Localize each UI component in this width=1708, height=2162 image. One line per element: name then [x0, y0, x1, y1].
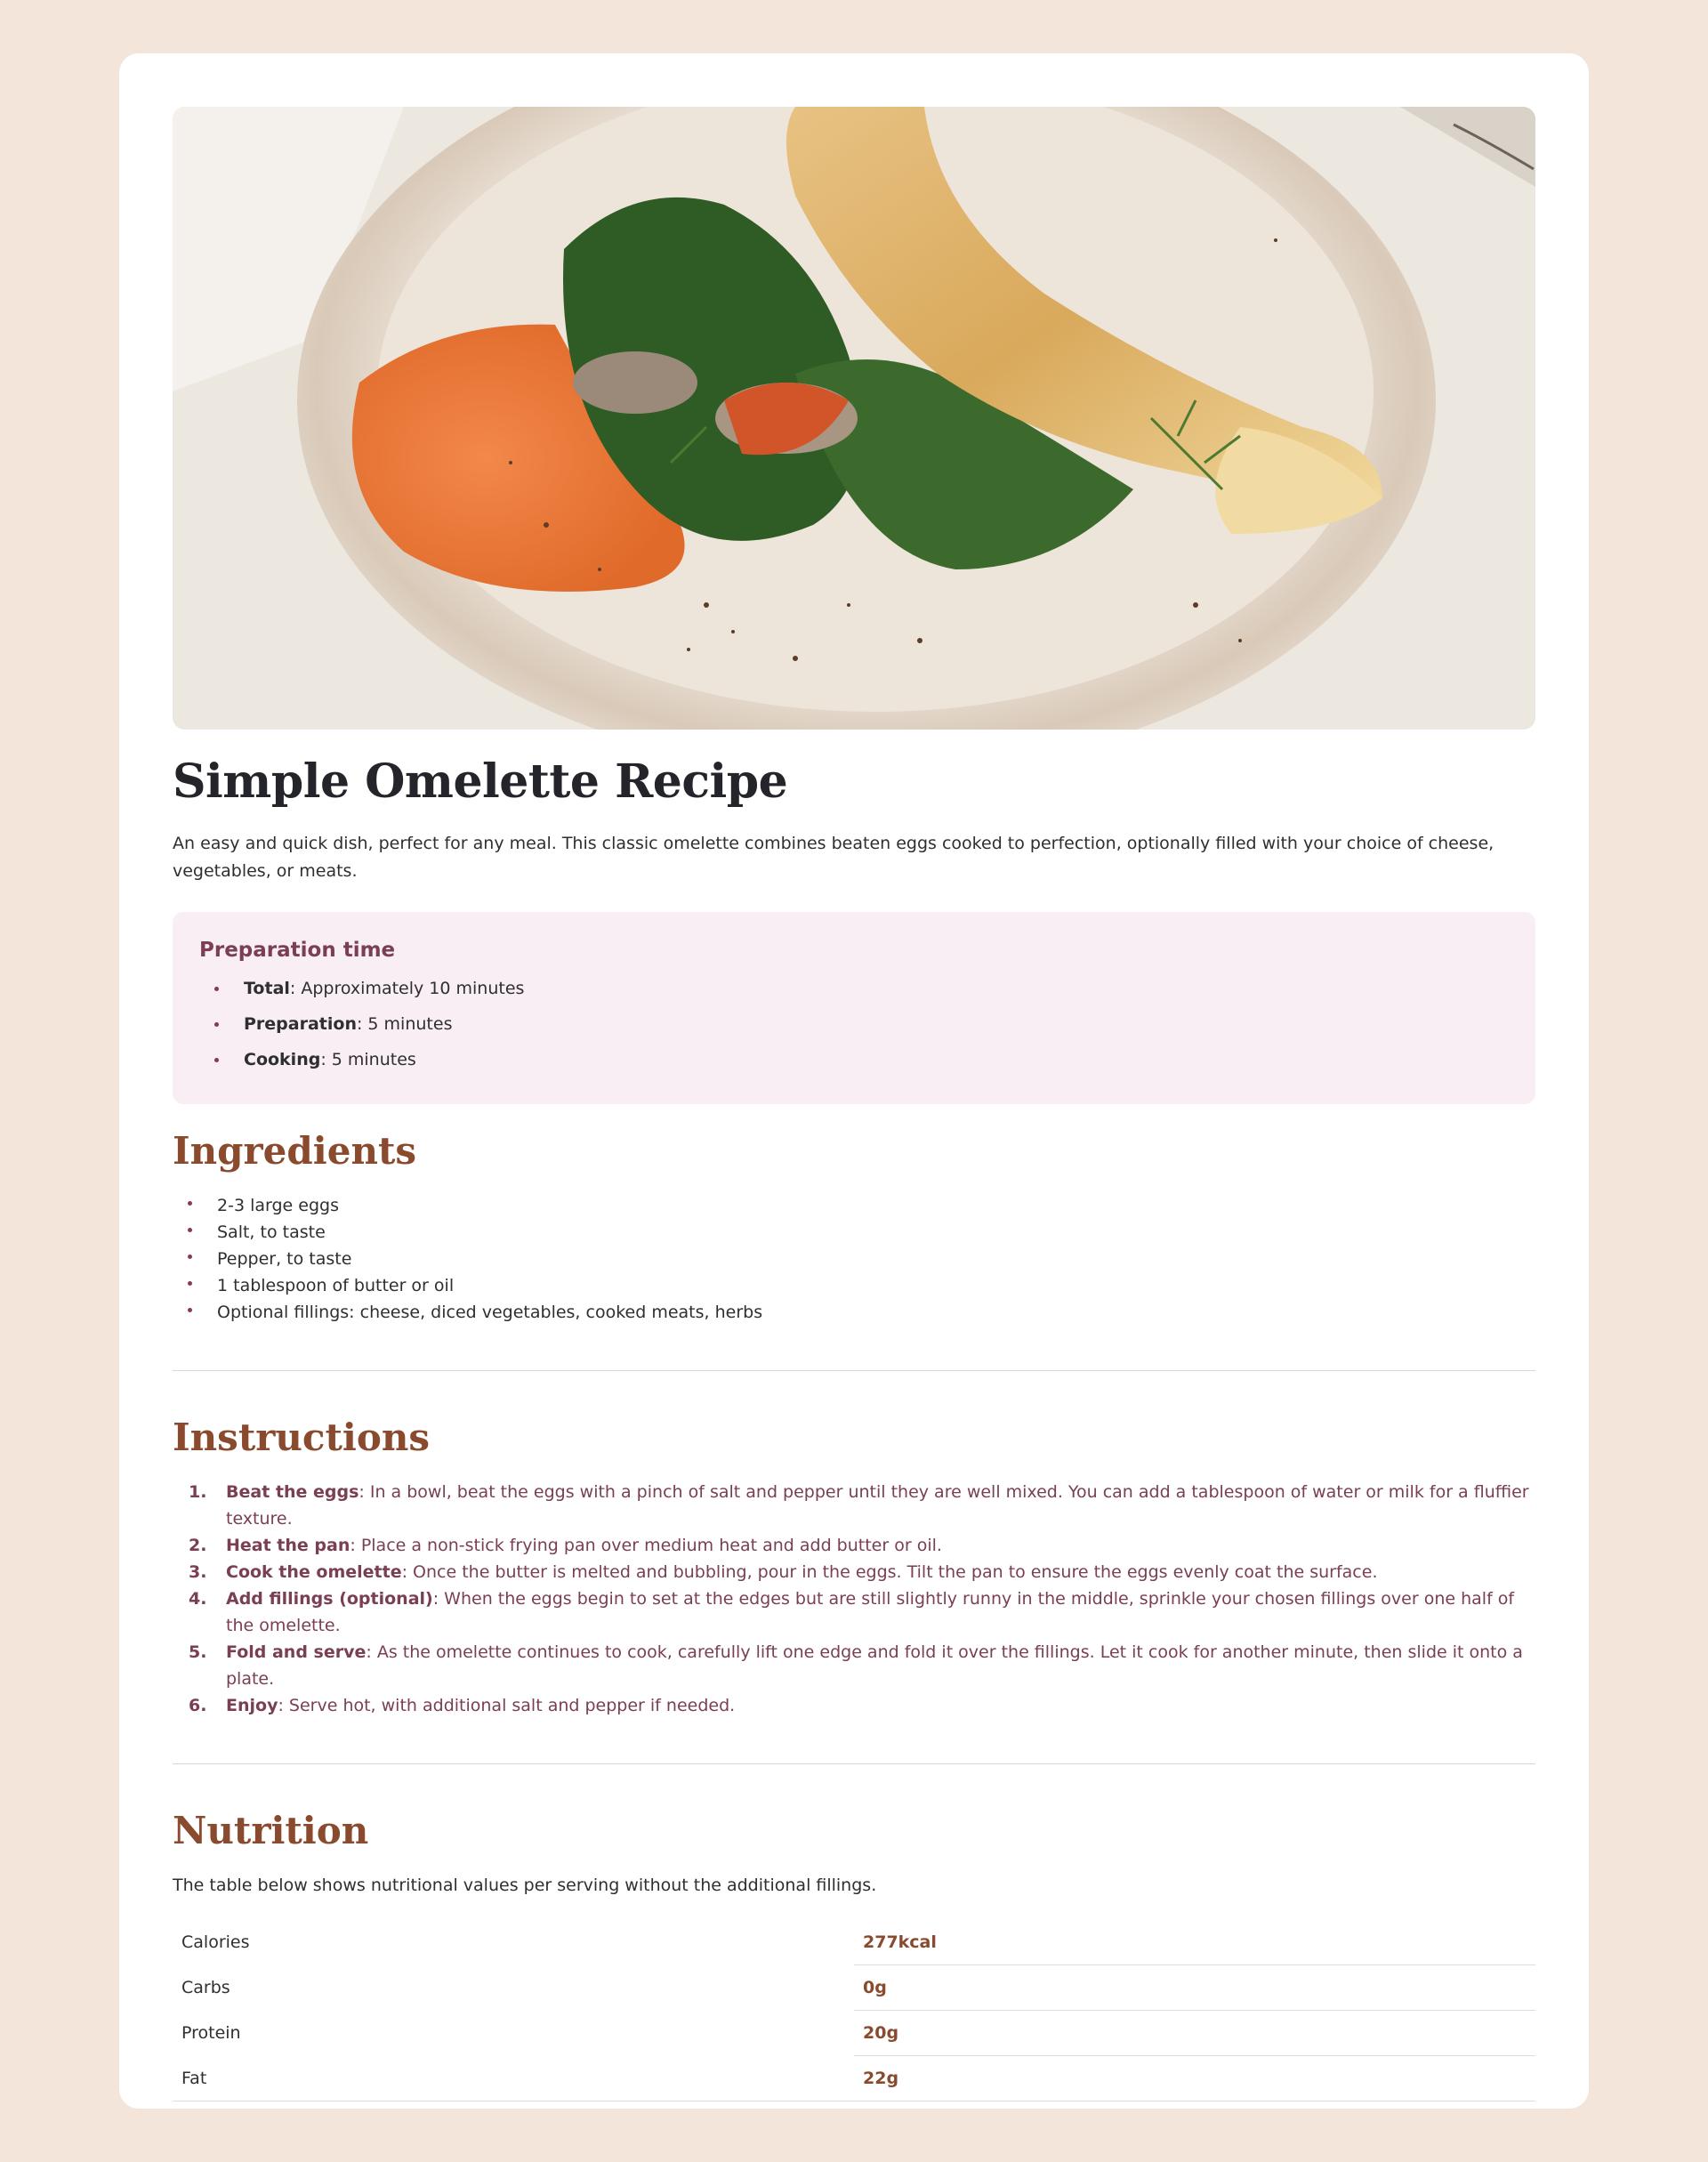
- prep-item-text: : 5 minutes: [356, 1014, 453, 1034]
- list-item: Enjoy: Serve hot, with additional salt a…: [189, 1692, 1535, 1719]
- page-title: Simple Omelette Recipe: [173, 754, 788, 809]
- step-label: Add fillings (optional): [226, 1589, 433, 1609]
- ingredients-heading: Ingredients: [173, 1129, 417, 1173]
- preparation-time-heading: Preparation time: [199, 939, 396, 962]
- nutrient-value: 20g: [854, 2010, 1535, 2056]
- section-divider: [173, 1370, 1535, 1371]
- step-text: : In a bowl, beat the eggs with a pinch …: [226, 1482, 1529, 1529]
- step-label: Heat the pan: [226, 1536, 350, 1555]
- list-item: Preparation: 5 minutes: [214, 1013, 1509, 1035]
- instructions-list: Beat the eggs: In a bowl, beat the eggs …: [173, 1479, 1535, 1719]
- list-item: Cooking: 5 minutes: [214, 1049, 1509, 1070]
- step-text: : Serve hot, with additional salt and pe…: [278, 1696, 736, 1715]
- nutrient-name: Calories: [181, 1932, 250, 1952]
- nutrition-table: Calories 277kcal Carbs 0g Protein 20g Fa…: [173, 1920, 1535, 2101]
- nutrient-name: Carbs: [181, 1978, 230, 1997]
- step-label: Fold and serve: [226, 1642, 367, 1662]
- preparation-time-box: Preparation time Total: Approximately 10…: [173, 912, 1535, 1104]
- nutrition-heading: Nutrition: [173, 1809, 369, 1852]
- nutrition-section: Nutrition The table below shows nutritio…: [173, 1809, 1535, 2101]
- list-item: Heat the pan: Place a non-stick frying p…: [189, 1532, 1535, 1559]
- step-text: : Once the butter is melted and bubbling…: [401, 1562, 1378, 1582]
- list-item: Optional fillings: cheese, diced vegetab…: [188, 1299, 1535, 1326]
- step-text: : Place a non-stick frying pan over medi…: [350, 1536, 942, 1555]
- list-item: Cook the omelette: Once the butter is me…: [189, 1559, 1535, 1585]
- ingredients-section: Ingredients 2-3 large eggs Salt, to tast…: [173, 1129, 1535, 1326]
- recipe-intro: An easy and quick dish, perfect for any …: [173, 834, 1494, 881]
- nutrient-name: Protein: [181, 2023, 241, 2043]
- recipe-hero-image: [173, 107, 1535, 730]
- nutrient-value: 277kcal: [854, 1920, 1535, 1965]
- nutrient-value: 22g: [854, 2055, 1535, 2101]
- preparation-time-list: Total: Approximately 10 minutes Preparat…: [199, 978, 1509, 1070]
- list-item: 2-3 large eggs: [188, 1192, 1535, 1219]
- list-item: Pepper, to taste: [188, 1246, 1535, 1272]
- list-item: Salt, to taste: [188, 1219, 1535, 1246]
- list-item: Beat the eggs: In a bowl, beat the eggs …: [189, 1479, 1535, 1532]
- step-label: Beat the eggs: [226, 1482, 359, 1502]
- nutrient-name: Fat: [173, 2055, 854, 2101]
- nutrition-intro: The table below shows nutritional values…: [173, 1876, 877, 1895]
- step-text: : As the omelette continues to cook, car…: [226, 1642, 1523, 1689]
- table-row: Calories 277kcal: [173, 1920, 1535, 1965]
- list-item: 1 tablespoon of butter or oil: [188, 1272, 1535, 1299]
- prep-item-label: Total: [244, 979, 290, 998]
- table-row: Fat 22g: [173, 2055, 1535, 2101]
- step-label: Enjoy: [226, 1696, 278, 1715]
- omelette-photo-illustration: [173, 107, 1535, 730]
- list-item: Total: Approximately 10 minutes: [214, 978, 1509, 999]
- table-row: Carbs 0g: [173, 1964, 1535, 2011]
- ingredients-list: 2-3 large eggs Salt, to taste Pepper, to…: [173, 1192, 1535, 1326]
- step-label: Cook the omelette: [226, 1562, 402, 1582]
- instructions-section: Instructions Beat the eggs: In a bowl, b…: [173, 1416, 1535, 1719]
- list-item: Add fillings (optional): When the eggs b…: [189, 1585, 1535, 1639]
- instructions-heading: Instructions: [173, 1416, 431, 1459]
- list-item: Fold and serve: As the omelette continue…: [189, 1639, 1535, 1692]
- table-row: Protein 20g: [173, 2010, 1535, 2056]
- prep-item-text: : Approximately 10 minutes: [289, 979, 525, 998]
- prep-item-label: Cooking: [244, 1050, 321, 1069]
- prep-item-label: Preparation: [244, 1014, 357, 1034]
- nutrient-value: 0g: [854, 1964, 1535, 2011]
- prep-item-text: : 5 minutes: [320, 1050, 416, 1069]
- recipe-card: Simple Omelette Recipe An easy and quick…: [119, 53, 1589, 2109]
- section-divider: [173, 1763, 1535, 1764]
